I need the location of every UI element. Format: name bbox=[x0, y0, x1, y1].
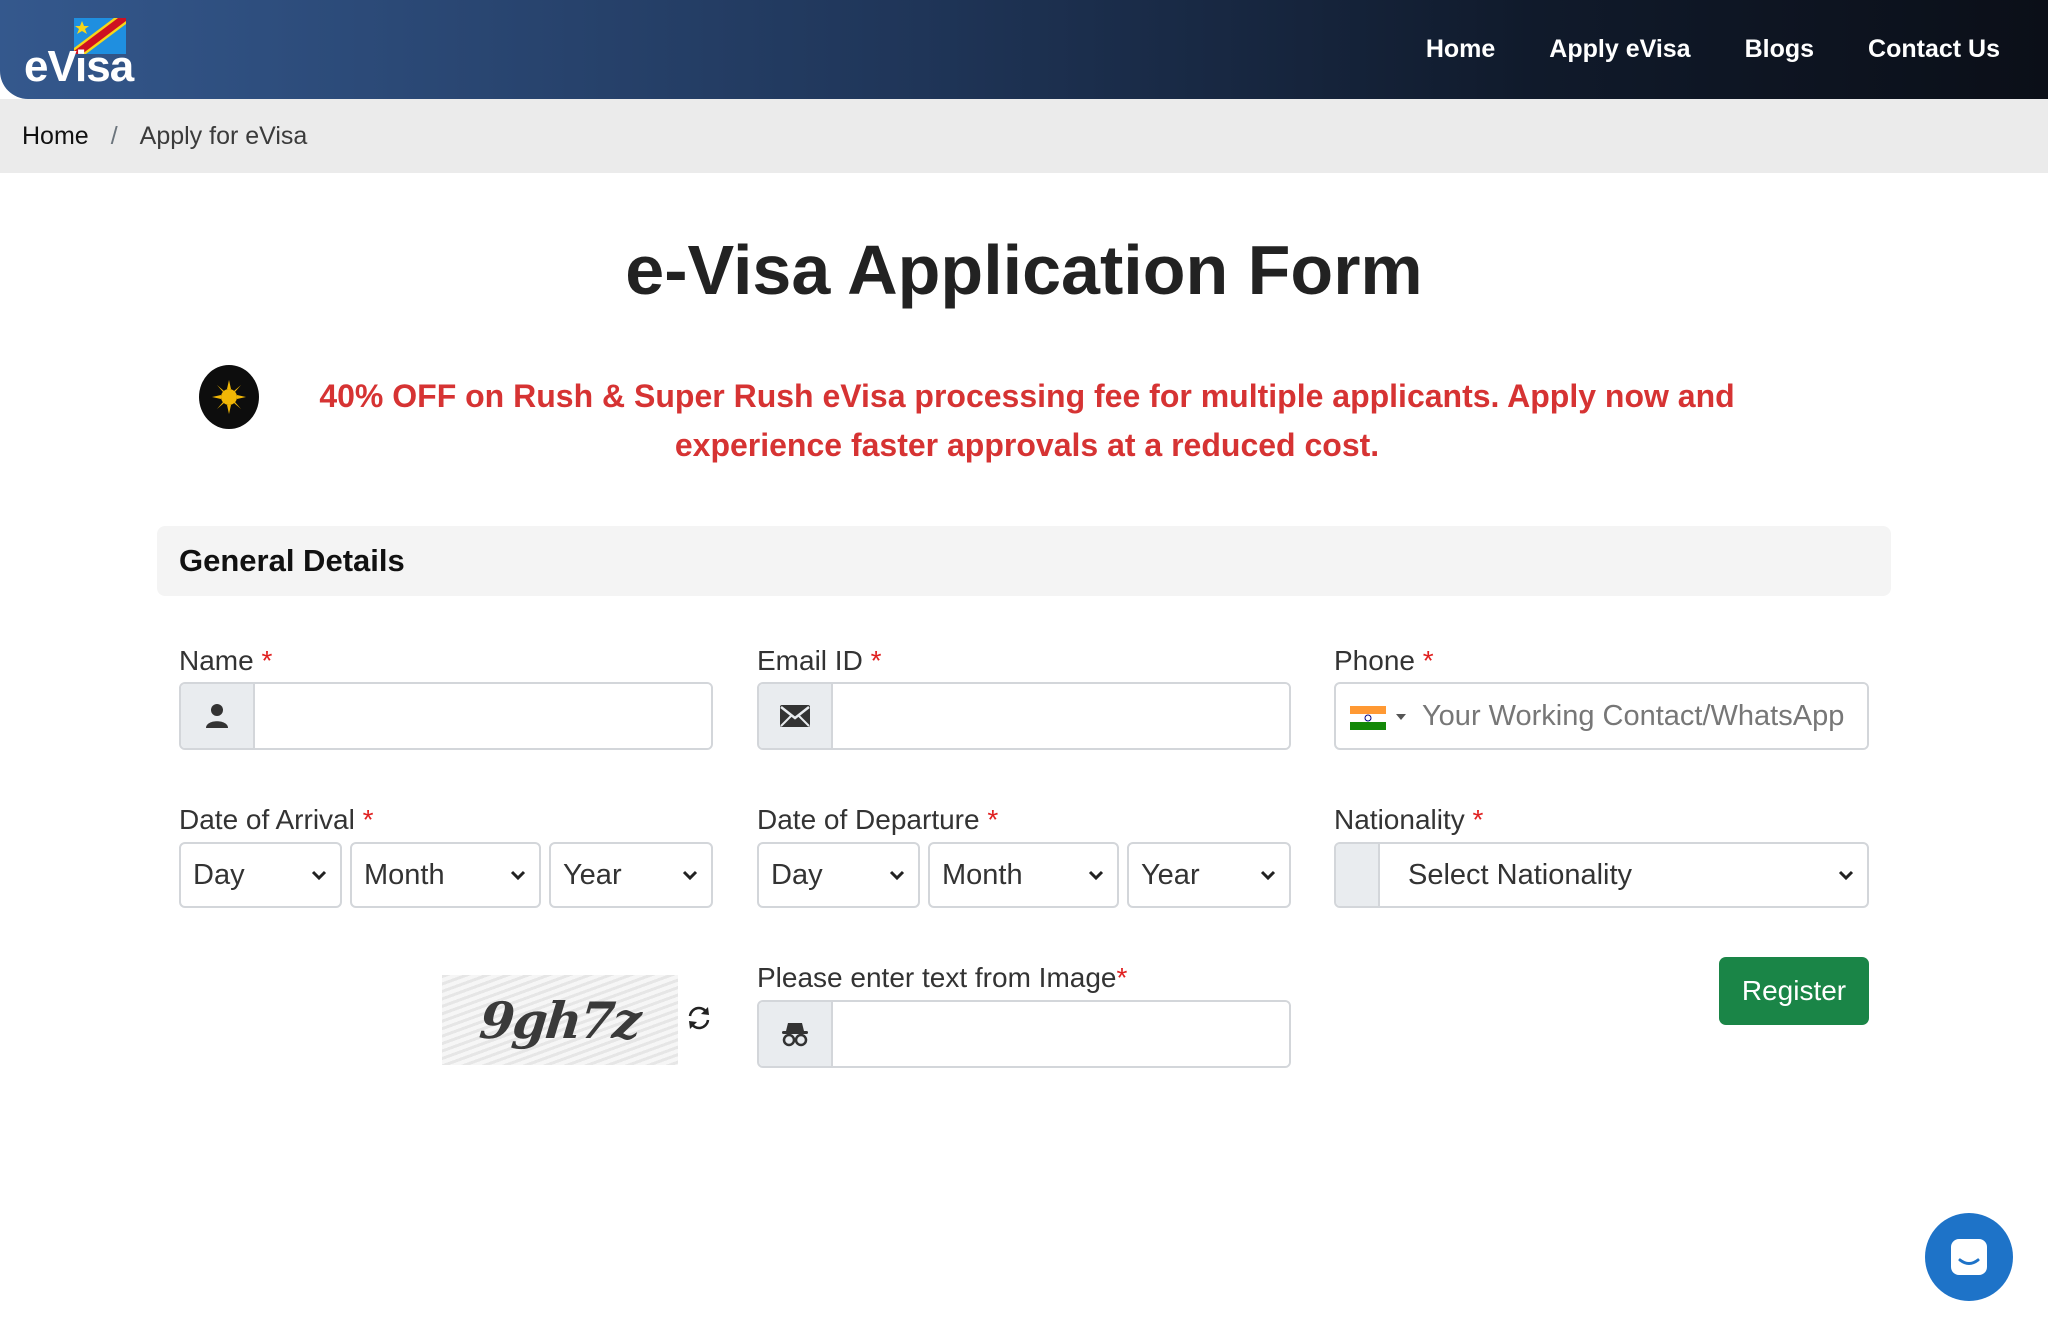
departure-year-value: Year bbox=[1141, 858, 1200, 891]
india-flag-icon[interactable] bbox=[1350, 706, 1386, 730]
required-mark: * bbox=[1472, 804, 1484, 835]
phone-field bbox=[1334, 682, 1869, 750]
nationality-label-text: Nationality bbox=[1334, 804, 1465, 835]
nav-home[interactable]: Home bbox=[1426, 35, 1495, 64]
required-mark: * bbox=[362, 804, 374, 835]
phone-input[interactable] bbox=[1406, 684, 1867, 748]
arrival-day-value: Day bbox=[193, 858, 245, 891]
nav-contact-us[interactable]: Contact Us bbox=[1868, 35, 2000, 64]
captcha-image: 9gh7z bbox=[442, 975, 678, 1065]
captcha-text: 9gh7z bbox=[477, 990, 643, 1050]
nationality-value: Select Nationality bbox=[1408, 858, 1633, 891]
user-icon bbox=[181, 684, 255, 748]
phone-label: Phone * bbox=[1334, 645, 1434, 677]
sun-icon bbox=[199, 365, 259, 429]
main-nav: Home Apply eVisa Blogs Contact Us bbox=[1426, 0, 2000, 99]
name-input[interactable] bbox=[255, 684, 711, 748]
email-label-text: Email ID bbox=[757, 645, 863, 676]
envelope-icon bbox=[759, 684, 833, 748]
site-header: eVisa Home Apply eVisa Blogs Contact Us bbox=[0, 0, 2048, 99]
page-title: e-Visa Application Form bbox=[625, 231, 1423, 309]
chevron-down-icon bbox=[311, 870, 327, 881]
name-label: Name * bbox=[179, 645, 272, 677]
chevron-down-icon bbox=[1838, 870, 1854, 881]
evisa-logo[interactable]: eVisa bbox=[22, 14, 134, 91]
departure-label-text: Date of Departure bbox=[757, 804, 980, 835]
captcha-field bbox=[757, 1000, 1291, 1068]
arrival-year-value: Year bbox=[563, 858, 622, 891]
required-mark: * bbox=[1116, 962, 1128, 993]
captcha-label: Please enter text from Image* bbox=[757, 962, 1127, 994]
required-mark: * bbox=[1422, 645, 1434, 676]
nationality-flag-placeholder bbox=[1336, 844, 1380, 906]
name-field bbox=[179, 682, 713, 750]
chevron-down-icon bbox=[682, 870, 698, 881]
arrival-label-text: Date of Arrival bbox=[179, 804, 355, 835]
required-mark: * bbox=[261, 645, 273, 676]
arrival-label: Date of Arrival * bbox=[179, 804, 374, 836]
chat-icon bbox=[1951, 1239, 1987, 1275]
nav-apply-evisa[interactable]: Apply eVisa bbox=[1549, 35, 1690, 64]
arrival-month-value: Month bbox=[364, 858, 445, 891]
departure-month-select[interactable]: Month bbox=[928, 842, 1119, 908]
captcha-label-text: Please enter text from Image bbox=[757, 962, 1117, 993]
breadcrumb-home[interactable]: Home bbox=[22, 122, 89, 151]
departure-day-value: Day bbox=[771, 858, 823, 891]
email-input[interactable] bbox=[833, 684, 1289, 748]
logo-text: eVisa bbox=[24, 42, 134, 91]
register-button[interactable]: Register bbox=[1719, 957, 1869, 1025]
departure-month-value: Month bbox=[942, 858, 1023, 891]
arrival-day-select[interactable]: Day bbox=[179, 842, 342, 908]
section-general-details: General Details bbox=[157, 526, 1891, 596]
breadcrumb-current: Apply for eVisa bbox=[139, 121, 308, 150]
breadcrumb-separator: / bbox=[110, 121, 118, 150]
chevron-down-icon bbox=[1088, 870, 1104, 881]
refresh-icon[interactable] bbox=[685, 1004, 713, 1032]
departure-label: Date of Departure * bbox=[757, 804, 998, 836]
breadcrumb: Home / Apply for eVisa bbox=[0, 99, 2048, 173]
chevron-down-icon bbox=[889, 870, 905, 881]
departure-day-select[interactable]: Day bbox=[757, 842, 920, 908]
departure-year-select[interactable]: Year bbox=[1127, 842, 1291, 908]
arrival-month-select[interactable]: Month bbox=[350, 842, 541, 908]
promo-banner-text: 40% OFF on Rush & Super Rush eVisa proce… bbox=[319, 378, 1735, 463]
name-label-text: Name bbox=[179, 645, 254, 676]
captcha-input[interactable] bbox=[833, 1002, 1289, 1066]
chevron-down-icon bbox=[510, 870, 526, 881]
nationality-label: Nationality * bbox=[1334, 804, 1483, 836]
phone-label-text: Phone bbox=[1334, 645, 1415, 676]
nav-blogs[interactable]: Blogs bbox=[1745, 35, 1814, 64]
country-dropdown-icon[interactable] bbox=[1396, 714, 1406, 720]
chat-widget-button[interactable] bbox=[1925, 1213, 2013, 1301]
nationality-select[interactable]: Select Nationality bbox=[1334, 842, 1869, 908]
email-field bbox=[757, 682, 1291, 750]
required-mark: * bbox=[870, 645, 882, 676]
chevron-down-icon bbox=[1260, 870, 1276, 881]
arrival-year-select[interactable]: Year bbox=[549, 842, 713, 908]
email-label: Email ID * bbox=[757, 645, 881, 677]
required-mark: * bbox=[987, 804, 999, 835]
incognito-icon bbox=[759, 1002, 833, 1066]
